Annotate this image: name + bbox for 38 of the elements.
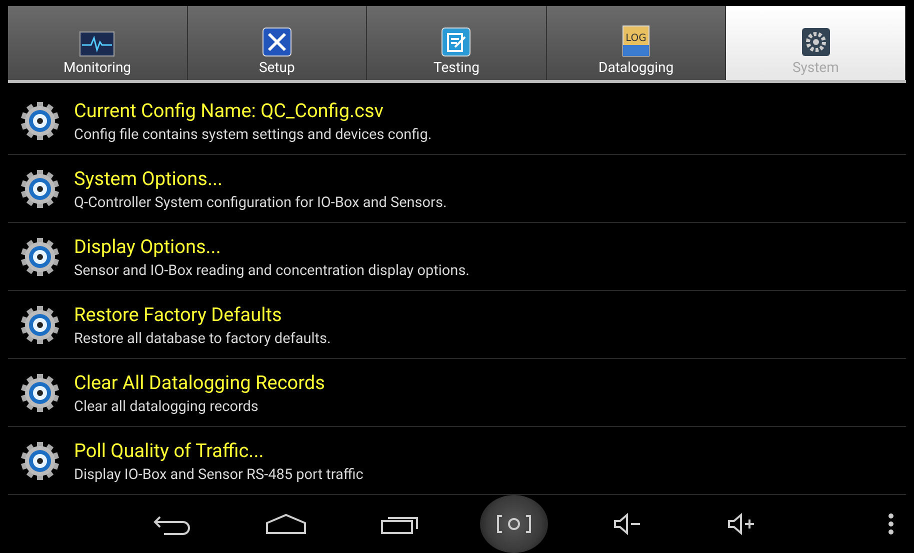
monitor-icon [79,31,116,57]
volume-down-icon [613,513,643,535]
settings-icon [20,372,60,412]
tab[interactable]: Monitoring [8,6,188,80]
settings-icon [20,304,60,344]
item-summary: Sensor and IO-Box reading and concentration display options. [74,262,470,278]
item-summary: Config file contains system settings and devices config. [74,126,432,142]
settings-item[interactable]: Display Options... Sensor and IO-Box reading and concentration display options. [8,223,906,291]
settings-icon [20,236,60,276]
tab[interactable]: Testing [367,6,547,80]
item-summary: Restore all database to factory defaults. [74,330,331,346]
settings-icon [20,168,60,208]
settings-item[interactable]: Poll Quality of Traffic... Display IO-Box and Sensor RS-485 port traffic [8,427,906,495]
item-title: System Options... [74,166,224,190]
settings-item[interactable]: Clear All Datalogging Records Clear all datalogging records [8,359,906,427]
tab[interactable]: LOG Datalogging [546,6,726,80]
settings-icon [20,100,60,140]
settings-item[interactable]: Restore Factory Defaults Restore all database to factory defaults. [8,291,906,359]
notepad-icon [441,27,472,57]
log-file-icon: LOG [621,25,652,57]
tab[interactable]: Setup [188,6,368,80]
item-summary: Q-Controller System configuration for IO-Box and Sensors. [74,194,447,210]
gears-icon [800,27,831,57]
menu-icon [888,513,894,535]
item-title: Current Config Name: QC_Config.csv [74,98,384,122]
volume-up-icon [727,513,757,535]
settings-icon [20,440,60,480]
item-summary: Display IO-Box and Sensor RS-485 port traffic [74,466,364,482]
item-title: Clear All Datalogging Records [74,370,325,394]
home-icon [265,513,307,535]
screenshot-icon [494,513,534,535]
item-title: Display Options... [74,234,222,258]
item-title: Restore Factory Defaults [74,302,283,326]
item-title: Poll Quality of Traffic... [74,438,265,462]
overflow-menu-button[interactable] [886,511,896,537]
settings-item[interactable]: Current Config Name: QC_Config.csv Config file contains system settings and devices config. [8,87,906,155]
settings-item[interactable]: System Options... Q-Controller System configuration for IO-Box and Sensors. [8,155,906,223]
item-summary: Clear all datalogging records [74,398,260,414]
